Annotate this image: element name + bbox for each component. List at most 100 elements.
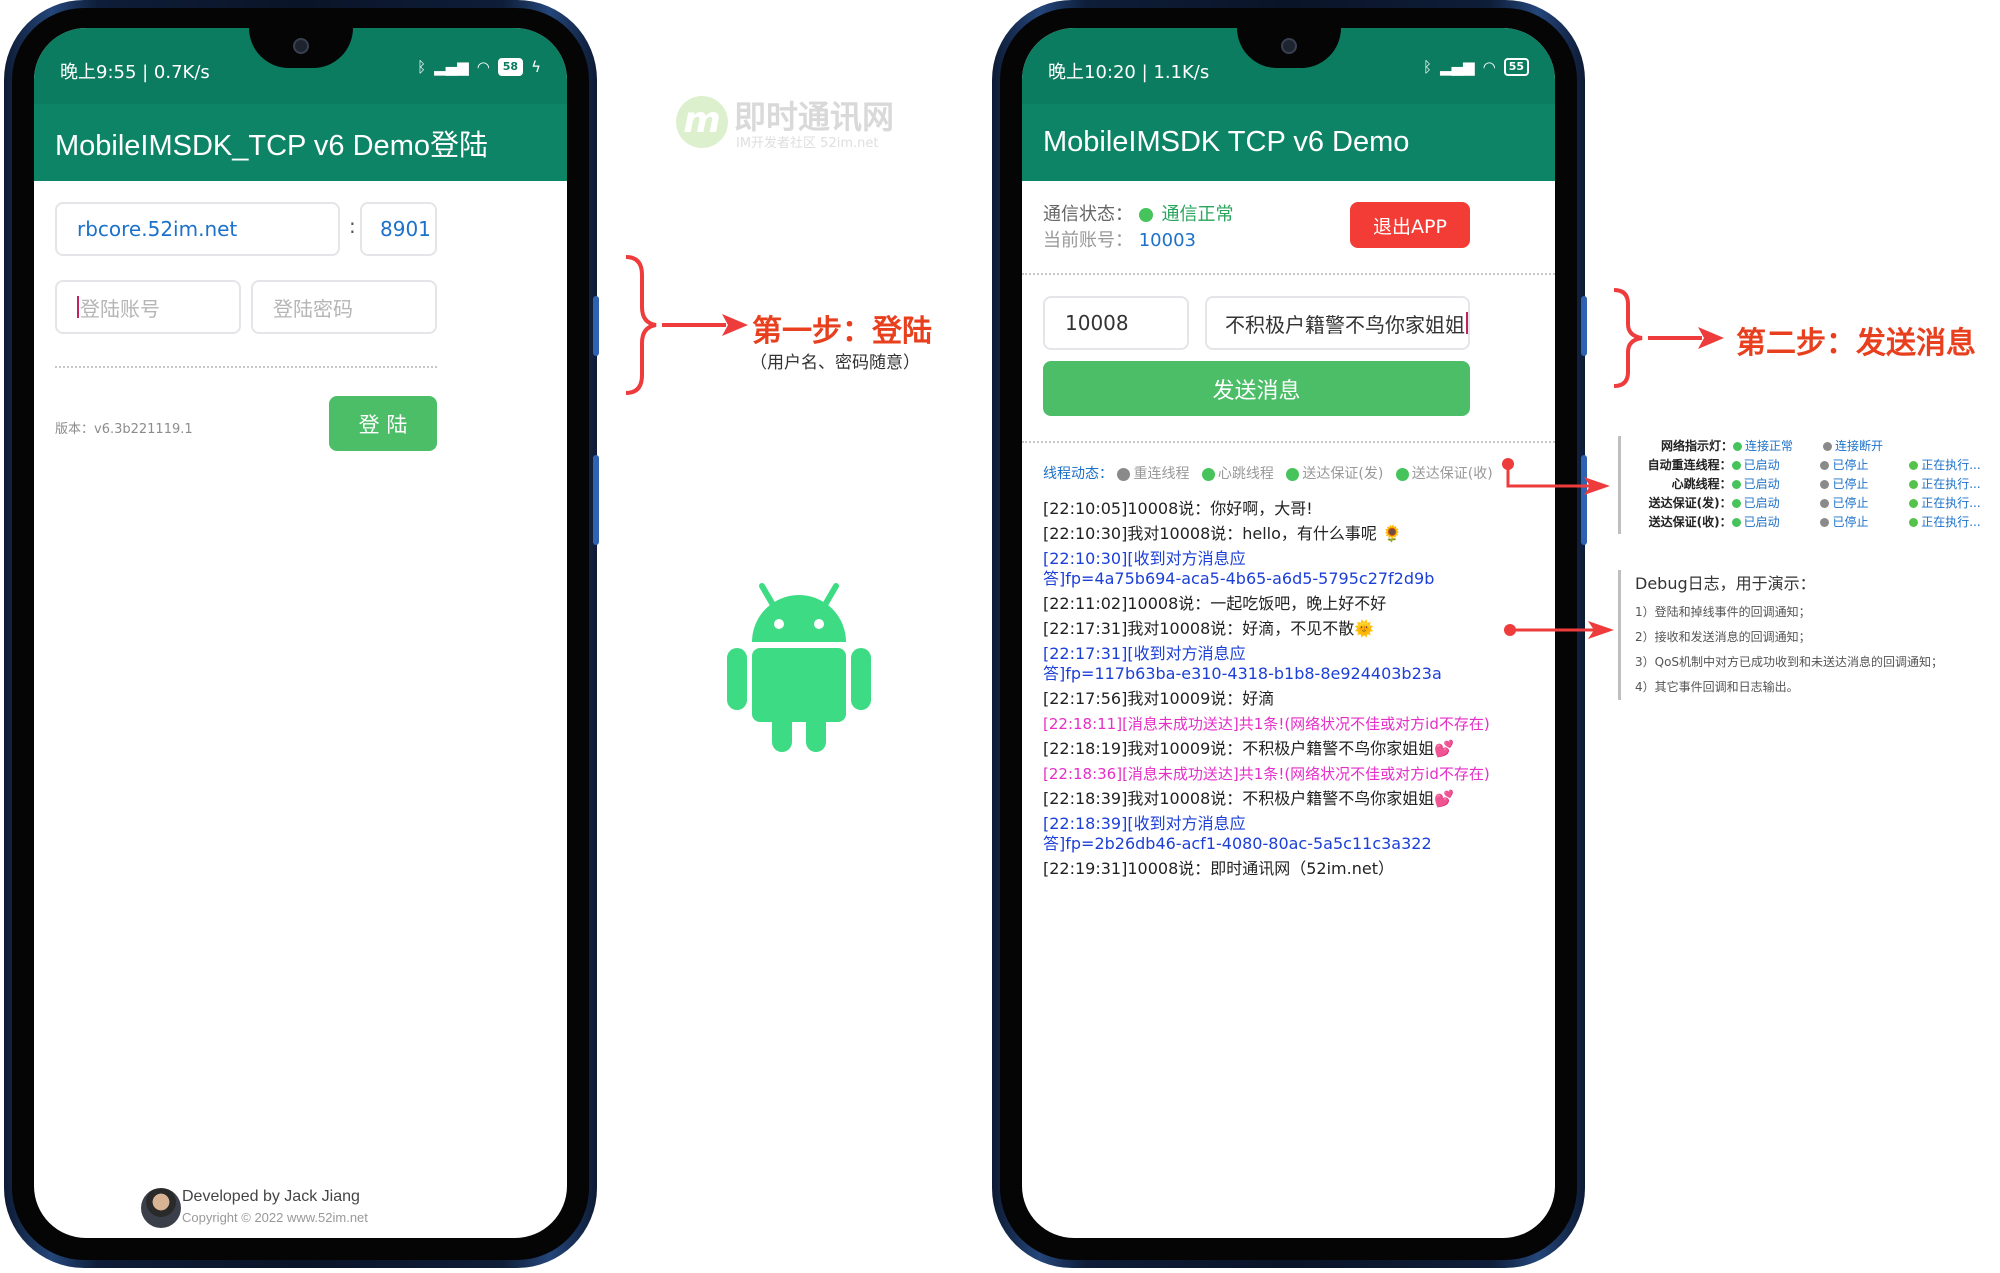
legend-value-text: 连接正常 xyxy=(1745,439,1794,453)
legend-value-text: 已启动 xyxy=(1743,515,1780,529)
legend-value-text: 已启动 xyxy=(1743,496,1780,510)
legend-value: 正在执行... xyxy=(1909,494,1998,511)
battery-icon: 55 xyxy=(1503,58,1529,76)
log-line: 答]fp=117b63ba-e310-4318-b1b8-8e924403b23… xyxy=(1043,664,1442,683)
exit-app-label: 退出APP xyxy=(1373,215,1447,238)
status-dot xyxy=(1909,461,1919,470)
log-line: [22:17:31]我对10008说：好滴，不见不散🌞 xyxy=(1043,619,1375,638)
legend-value: 正在执行... xyxy=(1909,513,1998,530)
legend-value: 已启动 xyxy=(1731,494,1821,511)
legend-value: 正在执行... xyxy=(1909,456,1998,473)
legend-value: 已启动 xyxy=(1731,456,1821,473)
server-port-input[interactable]: 8901 xyxy=(360,202,437,256)
legend-value: 已停止 xyxy=(1820,475,1909,492)
log-line: 答]fp=4a75b694-aca5-4b65-a6d5-5795c27f2d9… xyxy=(1043,569,1435,588)
status-time: 晚上9:55 | 0.7K/s xyxy=(60,62,210,83)
message-value: 不积极户籍警不鸟你家姐姐💕 xyxy=(1225,312,1466,337)
app-title: MobileIMSDK_TCP v6 Demo登陆 xyxy=(34,104,567,181)
step1-brace xyxy=(625,255,657,395)
password-placeholder: 登陆密码 xyxy=(273,296,353,321)
thread-status-dot xyxy=(1286,467,1300,481)
left-phone: 晚上9:55 | 0.7K/s ᛒ ▂▄▆ ◠ 58 ϟ MobileIMSDK… xyxy=(4,0,599,1268)
message-log[interactable]: [22:10:05]10008说：你好啊，大哥! [22:10:30]我对100… xyxy=(1043,499,1490,879)
legend-label: 送达保证(收)： xyxy=(1648,515,1732,529)
log-line: [22:17:31][收到对方消息应 xyxy=(1043,644,1246,663)
account-value: 10003 xyxy=(1138,230,1196,251)
signal-icon: ▂▄▆ xyxy=(1439,58,1475,76)
step1-title: 第一步：登陆 xyxy=(752,306,932,350)
message-input[interactable]: 不积极户籍警不鸟你家姐姐💕 xyxy=(1205,296,1470,350)
legend-value-text: 正在执行... xyxy=(1921,515,1981,529)
watermark-sub: IM开发者社区 52im.net xyxy=(736,136,879,151)
developer-credit: Developed by Jack Jiang xyxy=(182,1188,360,1205)
text-cursor xyxy=(1466,312,1468,334)
send-message-button[interactable]: 发送消息 xyxy=(1043,361,1470,416)
step2-brace xyxy=(1613,288,1643,388)
server-host-input[interactable]: rbcore.52im.net xyxy=(55,202,340,256)
log-line: [22:10:05]10008说：你好啊，大哥! xyxy=(1043,499,1313,518)
phone-bezel: 晚上9:55 | 0.7K/s ᛒ ▂▄▆ ◠ 58 ϟ MobileIMSDK… xyxy=(12,8,589,1260)
debug-log-item: 4）其它事件回调和日志输出。 xyxy=(1635,680,1799,694)
phone-side-button xyxy=(593,296,599,356)
connection-value: 通信正常 xyxy=(1161,204,1234,225)
status-dot xyxy=(1733,442,1742,451)
legend-value-text: 正在执行... xyxy=(1921,477,1981,491)
status-legend-row: 送达保证(发)： 已启动 已停止 正在执行... xyxy=(1633,493,1998,512)
status-legend-row: 心跳线程： 已启动 已停止 正在执行... xyxy=(1633,474,1998,493)
legend-label: 送达保证(发)： xyxy=(1648,496,1732,510)
status-dot xyxy=(1731,461,1741,470)
step1-subtitle: （用户名、密码随意） xyxy=(750,353,920,373)
log-line: [22:11:02]10008说：一起吃饭吧，晚上好不好 xyxy=(1043,594,1387,613)
thread-qos-recv: 送达保证(收) xyxy=(1411,466,1493,482)
signal-icon: ▂▄▆ xyxy=(434,58,469,76)
send-message-label: 发送消息 xyxy=(1212,378,1301,404)
host-port-separator: : xyxy=(349,214,356,238)
step2-title: 第二步：发送消息 xyxy=(1736,318,1976,362)
debug-log-item: 3）QoS机制中对方已成功收到和未送达消息的回调通知； xyxy=(1635,655,1944,669)
thread-status-dot xyxy=(1395,467,1409,481)
legend-label: 自动重连线程： xyxy=(1647,458,1732,472)
log-line: [22:18:11][消息未成功送达]共1条!(网络状况不佳或对方id不存在) xyxy=(1043,715,1490,733)
legend-value-text: 已停止 xyxy=(1832,477,1869,491)
debug-log-panel: Debug日志，用于演示： 1）登陆和掉线事件的回调通知； 2）接收和发送消息的… xyxy=(1618,570,1998,700)
legend-value-text: 连接断开 xyxy=(1835,439,1884,453)
login-button[interactable]: 登 陆 xyxy=(329,396,437,451)
thread-status-callout-arrow xyxy=(1502,458,1610,495)
recipient-input[interactable]: 10008 xyxy=(1043,296,1189,350)
log-line: [22:18:19]我对10009说：不积极户籍警不鸟你家姐姐💕 xyxy=(1043,739,1455,758)
legend-value-text: 已启动 xyxy=(1743,458,1780,472)
legend-value-text: 正在执行... xyxy=(1921,496,1981,510)
legend-value-text: 已停止 xyxy=(1832,515,1869,529)
status-icons: ᛒ ▂▄▆ ◠ 55 xyxy=(1423,58,1529,76)
right-phone: 晚上10:20 | 1.1K/s ᛒ ▂▄▆ ◠ 55 MobileIMSDK … xyxy=(992,0,1587,1268)
status-dot xyxy=(1731,480,1741,489)
chat-screen: 晚上10:20 | 1.1K/s ᛒ ▂▄▆ ◠ 55 MobileIMSDK … xyxy=(1022,28,1555,1238)
password-input[interactable]: 登陆密码 xyxy=(251,280,437,334)
account-input[interactable]: 登陆账号 xyxy=(55,280,241,334)
legend-value: 已启动 xyxy=(1731,513,1821,530)
developer-avatar xyxy=(141,1188,181,1228)
log-line: [22:18:39]我对10008说：不积极户籍警不鸟你家姐姐💕 xyxy=(1043,789,1455,808)
legend-value: 已停止 xyxy=(1820,513,1909,530)
text-cursor xyxy=(77,296,79,318)
log-line: [22:19:31]10008说：即时通讯网（52im.net） xyxy=(1043,859,1394,878)
current-account: 当前账号： 10003 xyxy=(1043,226,1196,252)
watermark-logo: m xyxy=(676,96,728,148)
thread-status-dot xyxy=(1201,467,1215,481)
login-button-label: 登 陆 xyxy=(358,412,408,437)
log-line: [22:18:39][收到对方消息应 xyxy=(1043,814,1246,833)
thread-status-label: 线程动态： xyxy=(1043,466,1113,482)
thread-qos-send: 送达保证(发) xyxy=(1302,466,1384,482)
status-dot xyxy=(1820,480,1830,489)
copyright: Copyright © 2022 www.52im.net xyxy=(182,1210,368,1225)
thread-status-dot xyxy=(1117,467,1131,481)
wifi-icon: ◠ xyxy=(476,58,490,76)
bluetooth-icon: ᛒ xyxy=(1422,58,1432,76)
status-dot xyxy=(1823,442,1832,451)
app-title: MobileIMSDK TCP v6 Demo xyxy=(1022,104,1555,181)
legend-label: 网络指示灯： xyxy=(1660,439,1733,453)
legend-label: 心跳线程： xyxy=(1671,477,1732,491)
bluetooth-icon: ᛒ xyxy=(417,58,427,76)
legend-value: 连接断开 xyxy=(1823,437,1913,454)
exit-app-button[interactable]: 退出APP xyxy=(1350,202,1470,248)
